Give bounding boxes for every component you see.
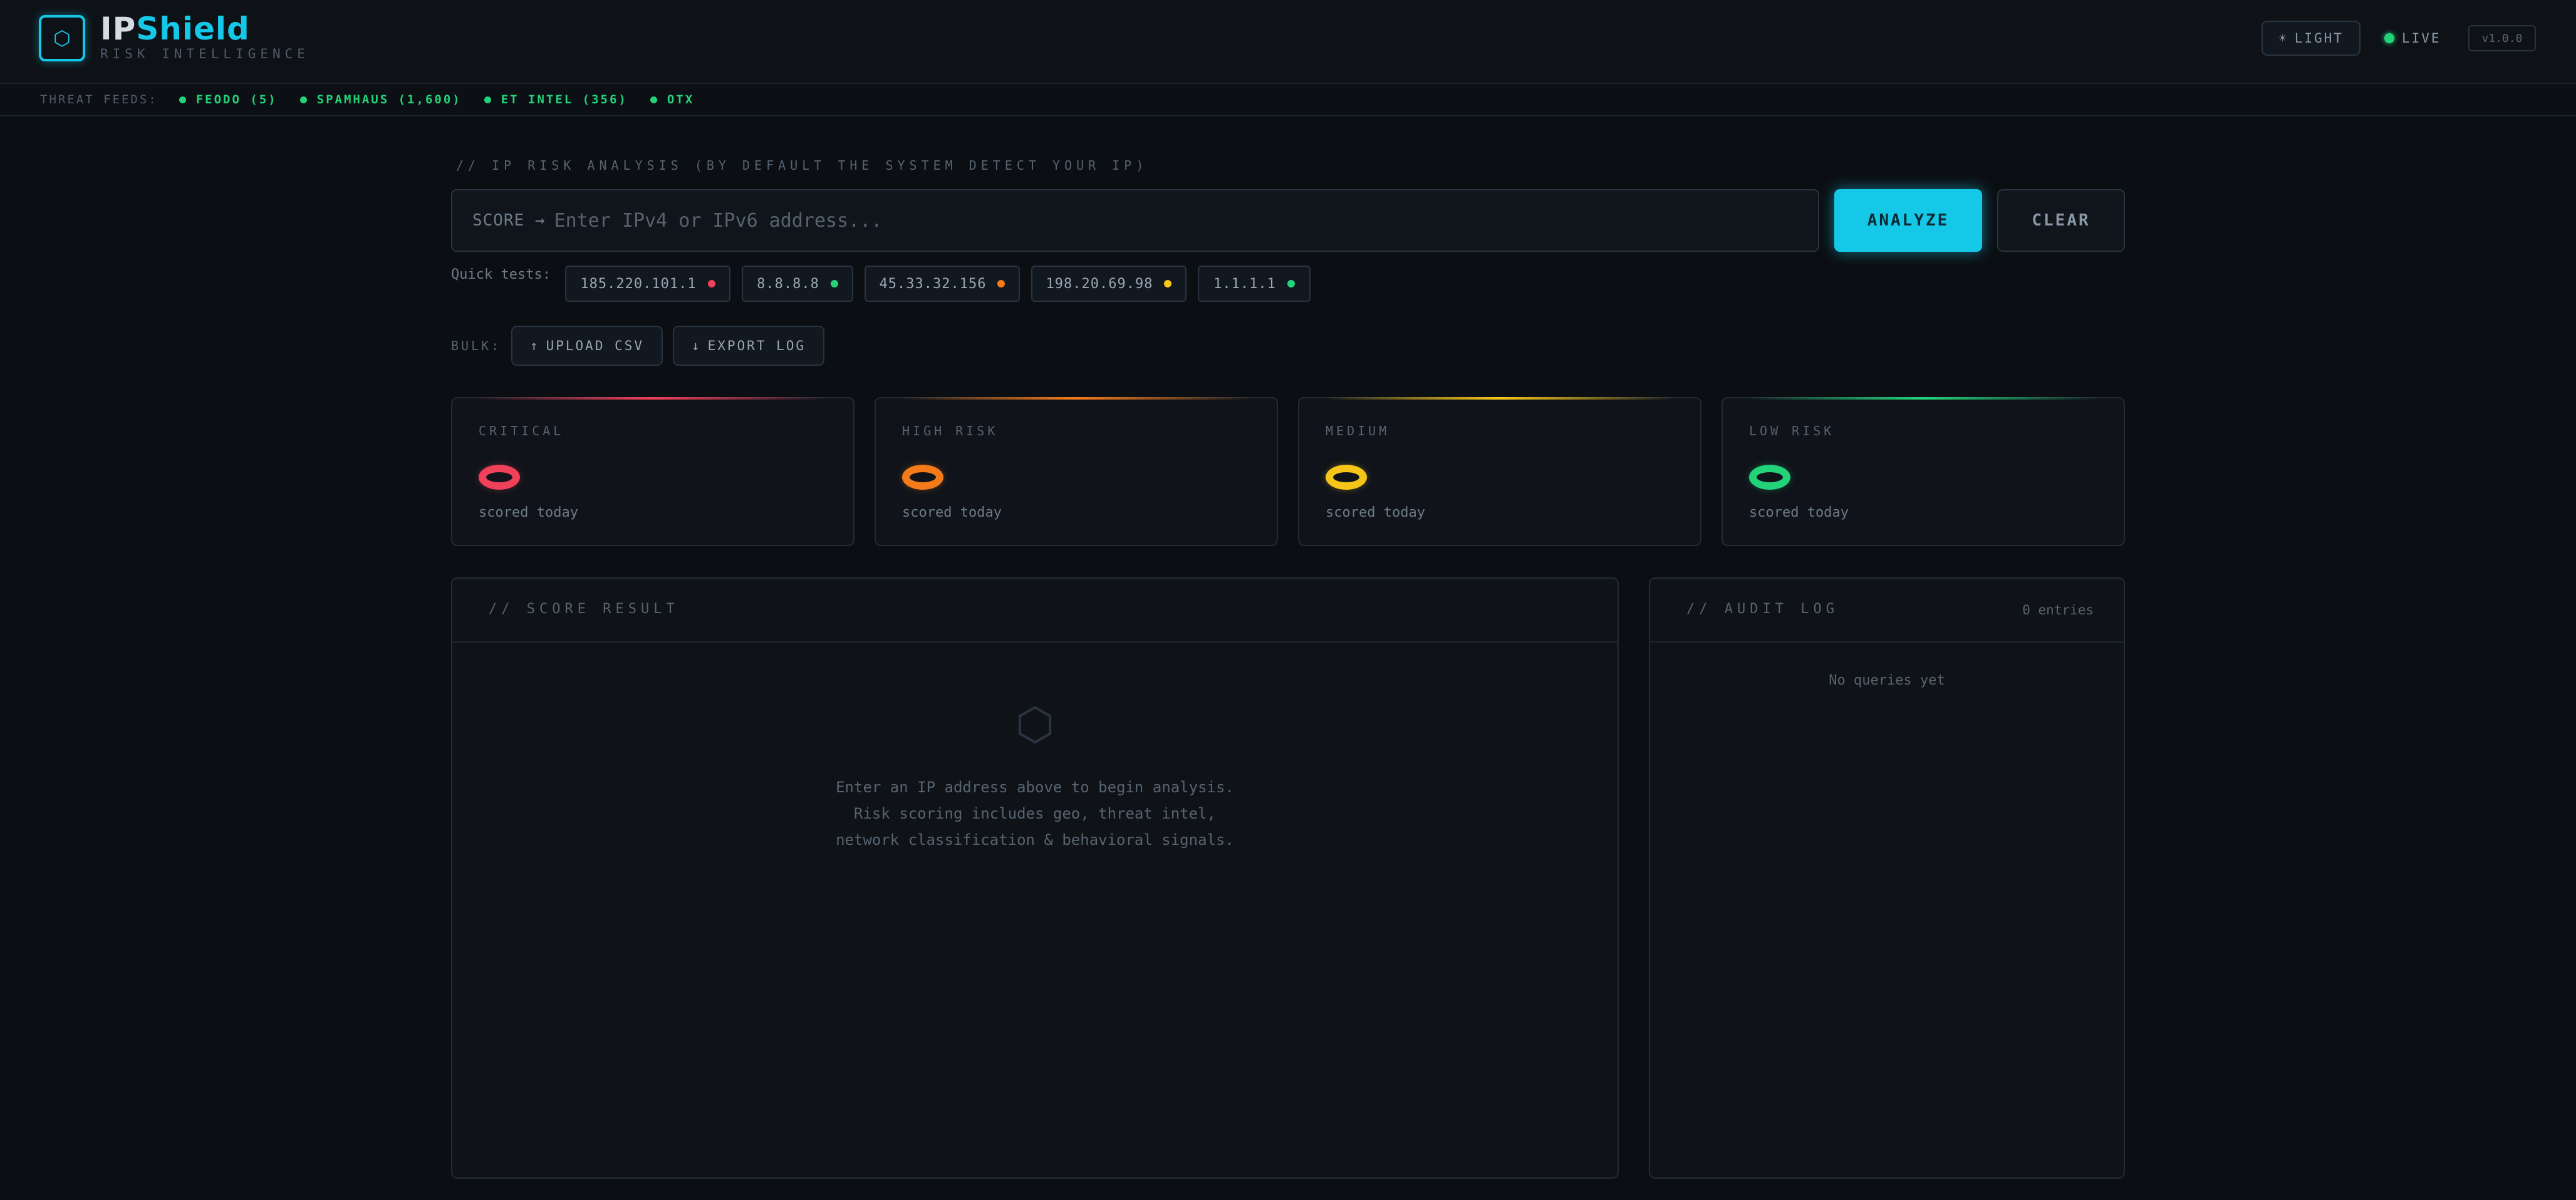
live-dot-icon	[2384, 33, 2394, 43]
card-accent-line	[1748, 397, 2099, 400]
risk-dot-icon	[1164, 280, 1172, 287]
feed-status-dot-icon	[484, 96, 491, 103]
ip-address-input[interactable]	[554, 209, 1818, 232]
empty-state-text: Enter an IP address above to begin analy…	[452, 774, 1618, 853]
quick-test-chip[interactable]: 8.8.8.8	[742, 266, 853, 302]
feed-status-dot-icon	[179, 96, 186, 103]
threat-feeds-bar: THREAT FEEDS: FEODO (5) SPAMHAUS (1,600)…	[0, 84, 2576, 116]
panel-title: // AUDIT LOG	[1686, 601, 1839, 617]
brand-name: IPShield	[100, 11, 250, 46]
quick-test-ip: 8.8.8.8	[757, 276, 819, 292]
quick-test-chip[interactable]: 45.33.32.156	[865, 266, 1020, 302]
zero-count-icon	[1749, 465, 1790, 490]
feed-label: ET INTEL (356)	[501, 93, 628, 106]
theme-toggle-button[interactable]: ☀ LIGHT	[2262, 21, 2360, 56]
brand-ip: IP	[100, 11, 137, 47]
zero-count-icon	[902, 465, 943, 490]
risk-card-high: HIGH RISK scored today	[875, 397, 1278, 546]
analyze-button[interactable]: ANALYZE	[1834, 189, 1982, 252]
search-prefix: SCORE →	[472, 211, 546, 230]
upload-csv-label: UPLOAD CSV	[546, 338, 645, 353]
brand-shield: Shield	[136, 11, 250, 47]
shield-logo-icon: ⬡	[39, 15, 85, 61]
empty-line: Enter an IP address above to begin analy…	[836, 778, 1234, 796]
card-sub: scored today	[1749, 505, 1849, 520]
quick-test-chip[interactable]: 185.220.101.1	[565, 266, 730, 302]
ip-search-box[interactable]: SCORE →	[451, 189, 1819, 252]
panel-title: // SCORE RESULT	[489, 601, 679, 617]
score-result-panel: // SCORE RESULT ⬡ Enter an IP address ab…	[451, 577, 1619, 1179]
card-accent-line	[1324, 397, 1675, 400]
feed-label: FEODO (5)	[195, 93, 278, 106]
app-header: ⬡ IPShield RISK INTELLIGENCE ☀ LIGHT LIV…	[0, 0, 2576, 84]
card-label: CRITICAL	[479, 423, 564, 438]
download-arrow-icon: ↓	[691, 338, 702, 353]
quick-test-ip: 45.33.32.156	[879, 276, 987, 292]
risk-dot-icon	[707, 280, 715, 287]
live-indicator: LIVE	[2384, 28, 2441, 49]
feed-status-dot-icon	[650, 96, 657, 103]
feed-label: OTX	[667, 93, 695, 106]
empty-line: network classification & behavioral sign…	[836, 831, 1234, 849]
card-sub: scored today	[479, 505, 578, 520]
bulk-label: BULK:	[451, 338, 502, 353]
audit-log-panel: // AUDIT LOG 0 entries No queries yet	[1649, 577, 2125, 1179]
export-log-label: EXPORT LOG	[707, 338, 806, 353]
brand-subtitle: RISK INTELLIGENCE	[100, 46, 309, 61]
hexagon-icon: ⬡	[1015, 698, 1055, 750]
upload-arrow-icon: ↑	[529, 338, 540, 353]
quick-test-chip[interactable]: 198.20.69.98	[1031, 266, 1187, 302]
risk-card-low: LOW RISK scored today	[1722, 397, 2125, 546]
live-label: LIVE	[2402, 31, 2441, 46]
risk-card-critical: CRITICAL scored today	[451, 397, 854, 546]
analysis-section-title: // IP RISK ANALYSIS (BY DEFAULT THE SYST…	[456, 158, 1148, 173]
risk-card-medium: MEDIUM scored today	[1298, 397, 1701, 546]
feed-item: SPAMHAUS (1,600)	[299, 93, 462, 106]
feed-item: OTX	[650, 93, 694, 106]
card-sub: scored today	[1326, 505, 1425, 520]
theme-toggle-label: LIGHT	[2294, 31, 2344, 46]
quick-test-chip[interactable]: 1.1.1.1	[1198, 266, 1311, 302]
zero-count-icon	[479, 465, 520, 490]
logo-glyph: ⬡	[53, 26, 71, 50]
zero-count-icon	[1326, 465, 1367, 490]
version-badge: v1.0.0	[2468, 25, 2536, 51]
feed-item: ET INTEL (356)	[484, 93, 628, 106]
clear-button[interactable]: CLEAR	[1997, 189, 2125, 252]
export-log-button[interactable]: ↓ EXPORT LOG	[673, 326, 824, 366]
quick-test-ip: 198.20.69.98	[1046, 276, 1153, 292]
entries-count: 0 entries	[2022, 603, 2094, 618]
feed-label: SPAMHAUS (1,600)	[316, 93, 462, 106]
feed-status-dot-icon	[299, 96, 307, 103]
card-label: MEDIUM	[1326, 423, 1390, 438]
risk-dot-icon	[830, 280, 838, 287]
card-label: HIGH RISK	[902, 423, 999, 438]
quick-test-ip: 1.1.1.1	[1213, 276, 1276, 292]
risk-dot-icon	[1287, 280, 1295, 287]
sun-icon: ☀	[2278, 31, 2288, 46]
quick-tests-label: Quick tests:	[451, 267, 551, 282]
empty-line: Risk scoring includes geo, threat intel,	[854, 805, 1216, 822]
upload-csv-button[interactable]: ↑ UPLOAD CSV	[511, 326, 663, 366]
card-accent-line	[901, 397, 1252, 400]
card-sub: scored today	[902, 505, 1002, 520]
card-accent-line	[477, 397, 828, 400]
risk-dot-icon	[997, 280, 1005, 287]
audit-empty-text: No queries yet	[1829, 673, 1945, 688]
threat-feeds-label: THREAT FEEDS:	[40, 93, 158, 106]
panel-header: // SCORE RESULT	[452, 579, 1618, 643]
feed-item: FEODO (5)	[179, 93, 278, 106]
panel-header: // AUDIT LOG 0 entries	[1650, 579, 2124, 643]
quick-test-ip: 185.220.101.1	[580, 276, 697, 292]
card-label: LOW RISK	[1749, 423, 1835, 438]
